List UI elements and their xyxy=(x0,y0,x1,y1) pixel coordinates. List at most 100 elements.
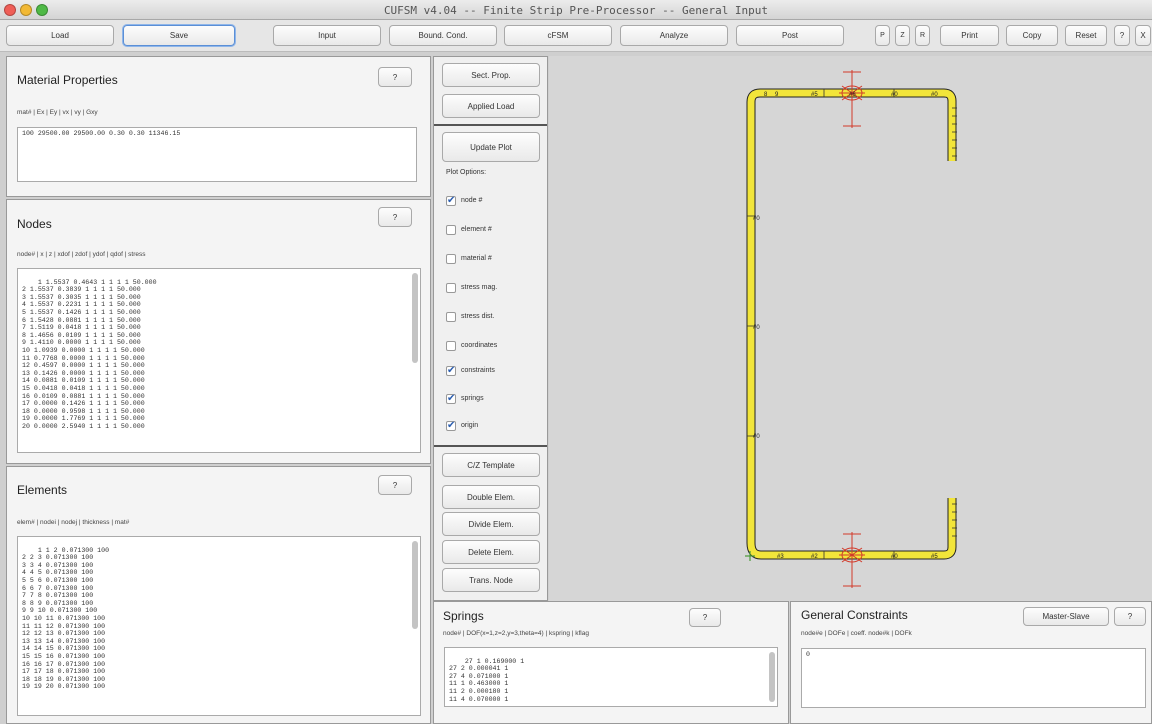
copy-button[interactable]: Copy xyxy=(1006,25,1058,46)
load-button[interactable]: Load xyxy=(6,25,114,46)
material-number-checkbox[interactable] xyxy=(446,254,456,264)
r-button[interactable]: R xyxy=(915,25,930,46)
springs-label: springs xyxy=(461,395,484,402)
springs-title: Springs xyxy=(443,609,484,623)
constraints-textarea[interactable]: 0 xyxy=(801,648,1146,708)
separator xyxy=(434,445,547,447)
node-label: #0 xyxy=(891,554,898,560)
stress-mag-checkbox[interactable] xyxy=(446,283,456,293)
material-help-button[interactable]: ? xyxy=(378,67,412,87)
material-properties-title: Material Properties xyxy=(17,73,118,87)
section-plot-svg: 8 9 #5 #6 #0 #0 #0 #0 #0 #3 #2 #0 #5 xyxy=(745,70,957,588)
element-number-checkbox[interactable] xyxy=(446,225,456,235)
cz-template-button[interactable]: C/Z Template xyxy=(442,453,540,477)
node-number-checkbox[interactable]: ✔ xyxy=(446,196,456,206)
master-slave-button[interactable]: Master-Slave xyxy=(1023,607,1109,626)
update-plot-button[interactable]: Update Plot xyxy=(442,132,540,162)
coordinates-checkbox[interactable] xyxy=(446,341,456,351)
save-button[interactable]: Save xyxy=(123,25,235,46)
elements-panel: Elements ? elem# | nodei | nodej | thick… xyxy=(6,466,431,724)
node-label: #2 xyxy=(811,554,818,560)
check-icon: ✔ xyxy=(447,365,456,376)
spring-symbol-bottom xyxy=(839,532,865,588)
print-button[interactable]: Print xyxy=(940,25,999,46)
elements-help-button[interactable]: ? xyxy=(378,475,412,495)
elements-textarea[interactable]: 1 1 2 0.071300 100 2 2 3 0.071300 100 3 … xyxy=(17,536,421,716)
post-button[interactable]: Post xyxy=(736,25,844,46)
plot-options-label: Plot Options: xyxy=(446,169,487,176)
bound-cond-button[interactable]: Bound. Cond. xyxy=(389,25,497,46)
spring-symbol-top xyxy=(839,70,865,128)
node-label: #0 xyxy=(891,92,898,98)
applied-load-button[interactable]: Applied Load xyxy=(442,94,540,118)
p-button[interactable]: P xyxy=(875,25,890,46)
help-button[interactable]: ? xyxy=(1114,25,1130,46)
node-label: #0 xyxy=(931,92,938,98)
node-number-label: node # xyxy=(461,197,483,204)
main-toolbar: Load Save Input Bound. Cond. cFSM Analyz… xyxy=(0,20,1152,52)
origin-label: origin xyxy=(461,422,479,429)
springs-scrollbar[interactable] xyxy=(769,652,775,702)
nodes-title: Nodes xyxy=(17,217,52,231)
nodes-textarea[interactable]: 1 1.5537 0.4643 1 1 1 1 50.000 2 1.5537 … xyxy=(17,268,421,453)
z-button[interactable]: Z xyxy=(895,25,910,46)
check-icon: ✔ xyxy=(447,195,456,206)
material-textarea[interactable]: 100 29500.00 29500.00 0.30 0.30 11346.15 xyxy=(17,127,417,182)
origin-checkbox[interactable]: ✔ xyxy=(446,421,456,431)
springs-checkbox[interactable]: ✔ xyxy=(446,394,456,404)
element-number-label: element # xyxy=(461,226,492,233)
sect-prop-button[interactable]: Sect. Prop. xyxy=(442,63,540,87)
double-elem-button[interactable]: Double Elem. xyxy=(442,485,540,509)
stress-dist-label: stress dist. xyxy=(461,313,495,320)
section-plot-canvas[interactable]: 8 9 #5 #6 #0 #0 #0 #0 #0 #3 #2 #0 #5 xyxy=(549,56,1152,601)
analyze-button[interactable]: Analyze xyxy=(620,25,728,46)
node-label: #0 xyxy=(753,325,760,331)
separator xyxy=(434,124,547,126)
material-properties-panel: Material Properties ? mat# | Ex | Ey | v… xyxy=(6,56,431,197)
check-icon: ✔ xyxy=(447,420,456,431)
reset-button[interactable]: Reset xyxy=(1065,25,1107,46)
nodes-scrollbar[interactable] xyxy=(412,273,418,363)
node-marks xyxy=(747,89,957,559)
node-labels: 8 9 #5 #6 #0 #0 #0 #0 #0 #3 #2 #0 #5 xyxy=(753,92,938,560)
section-fill xyxy=(747,89,956,559)
title-bar: CUFSM v4.04 -- Finite Strip Pre-Processo… xyxy=(0,0,1152,20)
stress-dist-checkbox[interactable] xyxy=(446,312,456,322)
input-button[interactable]: Input xyxy=(273,25,381,46)
constraints-header: node#e | DOFe | coeff. node#k | DOFk xyxy=(801,630,912,637)
general-constraints-panel: General Constraints Master-Slave ? node#… xyxy=(790,601,1152,724)
trans-node-button[interactable]: Trans. Node xyxy=(442,568,540,592)
constraints-help-button[interactable]: ? xyxy=(1114,607,1146,626)
elements-text: 1 1 2 0.071300 100 2 2 3 0.071300 100 3 … xyxy=(22,546,110,691)
cfsm-button[interactable]: cFSM xyxy=(504,25,612,46)
check-icon: ✔ xyxy=(447,393,456,404)
delete-elem-button[interactable]: Delete Elem. xyxy=(442,540,540,564)
node-label: #5 xyxy=(811,92,818,98)
divide-elem-button[interactable]: Divide Elem. xyxy=(442,512,540,536)
nodes-header: node# | x | z | xdof | zdof | ydof | qdo… xyxy=(17,251,146,258)
material-text: 100 29500.00 29500.00 0.30 0.30 11346.15 xyxy=(22,130,181,137)
constraints-label: constraints xyxy=(461,367,495,374)
springs-header: node# | DOF(x=1,z=2,y=3,theta=4) | kspri… xyxy=(443,630,589,637)
springs-text: 27 1 0.169000 1 27 2 0.000041 1 27 4 0.0… xyxy=(449,657,525,703)
node-label: #0 xyxy=(753,434,760,440)
window-title: CUFSM v4.04 -- Finite Strip Pre-Processo… xyxy=(383,4,769,17)
elements-header: elem# | nodei | nodej | thickness | mat# xyxy=(17,519,130,526)
node-label: #3 xyxy=(777,554,784,560)
springs-help-button[interactable]: ? xyxy=(689,608,721,627)
springs-textarea[interactable]: 27 1 0.169000 1 27 2 0.000041 1 27 4 0.0… xyxy=(444,647,778,707)
node-label: #6 xyxy=(849,92,856,98)
elements-scrollbar[interactable] xyxy=(412,541,418,629)
springs-panel: Springs ? node# | DOF(x=1,z=2,y=3,theta=… xyxy=(433,601,789,724)
plot-control-column: Sect. Prop. Applied Load Update Plot Plo… xyxy=(433,56,548,601)
section-outline xyxy=(746,88,957,560)
constraints-checkbox[interactable]: ✔ xyxy=(446,366,456,376)
stress-mag-label: stress mag. xyxy=(461,284,498,291)
coordinates-label: coordinates xyxy=(461,342,498,349)
constraints-text: 0 xyxy=(806,651,810,658)
nodes-help-button[interactable]: ? xyxy=(378,207,412,227)
close-button[interactable]: X xyxy=(1135,25,1151,46)
material-header: mat# | Ex | Ey | vx | vy | Gxy xyxy=(17,109,98,116)
node-label: #5 xyxy=(931,554,938,560)
material-number-label: material # xyxy=(461,255,492,262)
